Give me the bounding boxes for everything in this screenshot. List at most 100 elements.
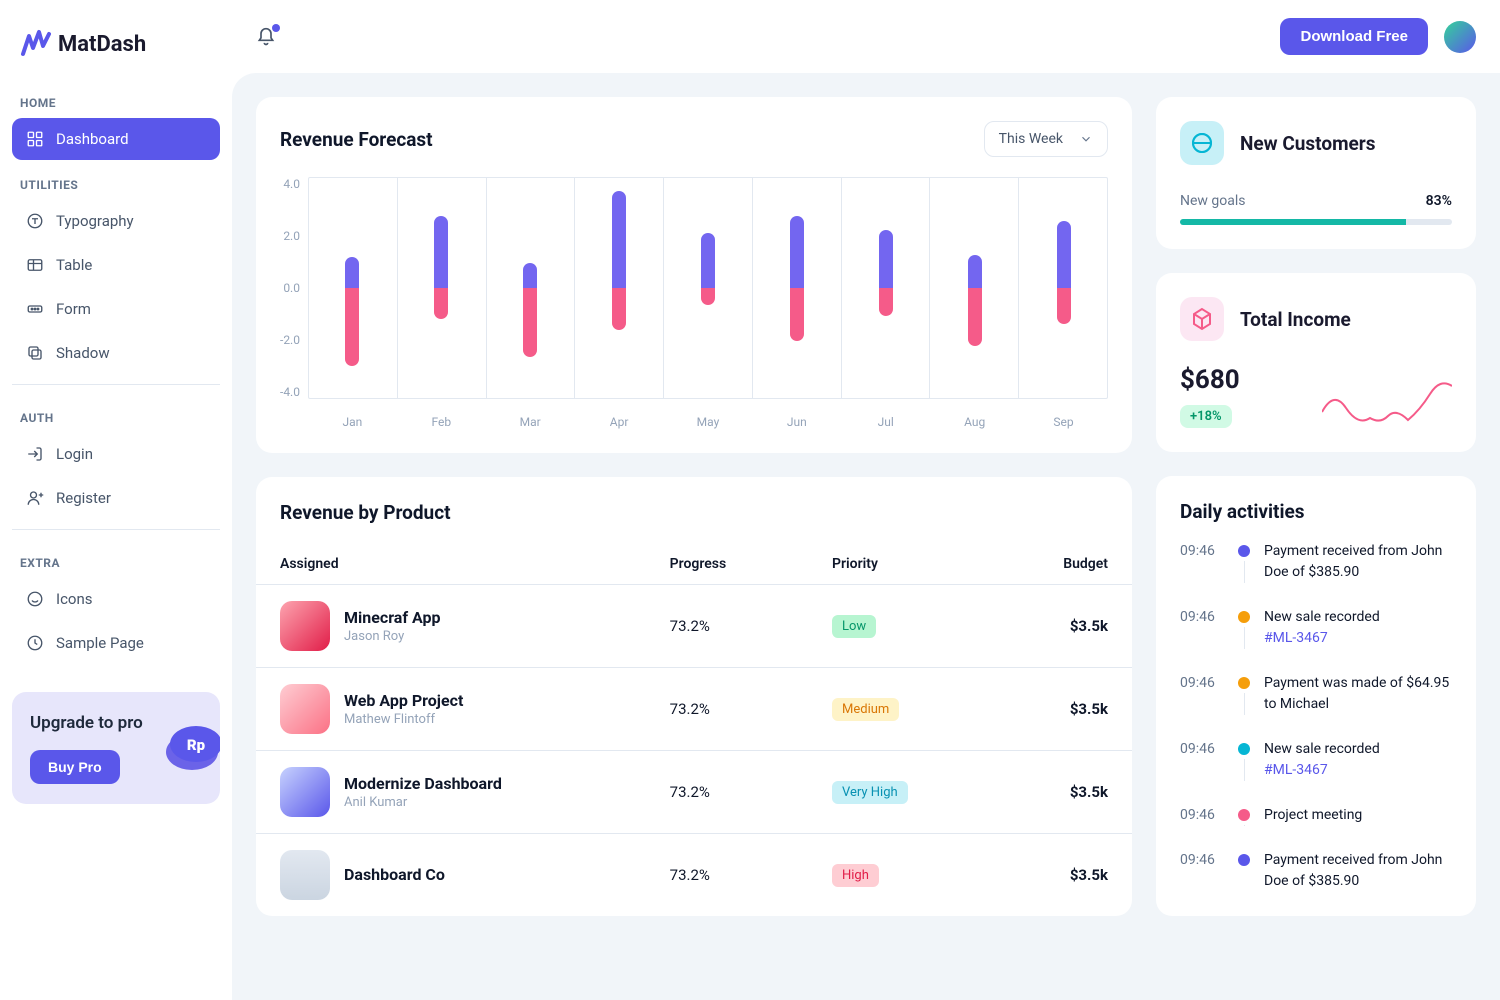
activity-dot-icon — [1238, 545, 1250, 557]
progress-value: 73.2% — [670, 617, 832, 635]
nav-label: Typography — [56, 212, 134, 230]
activity-text: Payment received from John Doe of $385.9… — [1264, 850, 1452, 892]
upgrade-title: Upgrade to pro — [30, 712, 150, 734]
x-tick: Jan — [308, 415, 397, 429]
revenue-by-product-card: Revenue by Product Assigned Progress Pri… — [256, 477, 1132, 916]
brand-logo[interactable]: MatDash — [12, 24, 220, 80]
activity-time: 09:46 — [1180, 805, 1224, 826]
page-icon — [26, 634, 44, 652]
x-tick: Jul — [841, 415, 930, 429]
activity-dot-icon — [1238, 854, 1250, 866]
priority-badge: Low — [832, 615, 876, 638]
y-tick: -4.0 — [280, 385, 300, 399]
activity-text: New sale recorded#ML-3467 — [1264, 607, 1380, 649]
sidebar: MatDash HOMEDashboardUTILITIESTypography… — [0, 0, 232, 1000]
table-row[interactable]: Minecraf App Jason Roy 73.2% Low $3.5k — [256, 584, 1132, 667]
table-row[interactable]: Dashboard Co 73.2% High $3.5k — [256, 833, 1132, 916]
sidebar-item-login[interactable]: Login — [12, 433, 220, 475]
grid-icon — [26, 130, 44, 148]
bar-negative — [879, 288, 893, 316]
activity-dot-icon — [1238, 677, 1250, 689]
bar-positive — [612, 191, 626, 288]
card-title: Daily activities — [1180, 500, 1452, 523]
sidebar-item-shadow[interactable]: Shadow — [12, 332, 220, 374]
activity-item: 09:46 Payment was made of $64.95 to Mich… — [1180, 673, 1452, 739]
table-row[interactable]: Modernize Dashboard Anil Kumar 73.2% Ver… — [256, 750, 1132, 833]
bar-positive — [345, 257, 359, 288]
bar-positive — [790, 216, 804, 288]
nav-section-label: HOME — [12, 80, 220, 118]
type-icon — [26, 212, 44, 230]
sidebar-item-icons[interactable]: Icons — [12, 578, 220, 620]
bell-icon[interactable] — [256, 27, 276, 47]
x-tick: Aug — [930, 415, 1019, 429]
timeline-line — [1244, 759, 1245, 781]
download-free-button[interactable]: Download Free — [1280, 18, 1428, 55]
shadow-icon — [26, 344, 44, 362]
customers-icon — [1180, 121, 1224, 165]
bar-negative — [434, 288, 448, 319]
coin-icon: Rp — [162, 712, 220, 776]
nav-label: Form — [56, 300, 91, 318]
bar-positive — [434, 216, 448, 288]
activity-dot-icon — [1238, 743, 1250, 755]
nav-label: Table — [56, 256, 92, 274]
nav-label: Login — [56, 445, 93, 463]
x-tick: Jun — [752, 415, 841, 429]
table-icon — [26, 256, 44, 274]
bar-negative — [612, 288, 626, 330]
nav-label: Shadow — [56, 344, 110, 362]
sidebar-item-register[interactable]: Register — [12, 477, 220, 519]
nav-section-label: EXTRA — [12, 540, 220, 578]
x-tick: Feb — [397, 415, 486, 429]
user-avatar[interactable] — [1444, 21, 1476, 53]
login-icon — [26, 445, 44, 463]
activity-link[interactable]: #ML-3467 — [1264, 630, 1328, 646]
nav-label: Register — [56, 489, 111, 507]
product-owner: Anil Kumar — [344, 795, 502, 810]
bar-negative — [1057, 288, 1071, 324]
activity-link[interactable]: #ML-3467 — [1264, 762, 1328, 778]
sidebar-item-form[interactable]: Form — [12, 288, 220, 330]
priority-badge: High — [832, 864, 879, 887]
table-header: Assigned Progress Priority Budget — [256, 544, 1132, 584]
activity-item: 09:46 Payment received from John Doe of … — [1180, 850, 1452, 916]
activity-text: Project meeting — [1264, 805, 1362, 826]
activity-text: Payment received from John Doe of $385.9… — [1264, 541, 1452, 583]
sidebar-item-table[interactable]: Table — [12, 244, 220, 286]
bar-negative — [523, 288, 537, 357]
new-customers-card: New Customers New goals 83% — [1156, 97, 1476, 249]
goal-percent: 83% — [1426, 193, 1452, 209]
activity-item: 09:46 Project meeting — [1180, 805, 1452, 850]
period-selected: This Week — [999, 131, 1063, 147]
timeline-line — [1244, 693, 1245, 715]
register-icon — [26, 489, 44, 507]
budget-value: $3.5k — [994, 866, 1108, 884]
buy-pro-button[interactable]: Buy Pro — [30, 750, 120, 784]
x-tick: Mar — [486, 415, 575, 429]
priority-badge: Medium — [832, 698, 899, 721]
sidebar-item-typography[interactable]: Typography — [12, 200, 220, 242]
nav-section-label: AUTH — [12, 395, 220, 433]
brand-name: MatDash — [58, 32, 146, 57]
form-icon — [26, 300, 44, 318]
activity-time: 09:46 — [1180, 541, 1224, 583]
bar-positive — [1057, 221, 1071, 288]
table-row[interactable]: Web App Project Mathew Flintoff 73.2% Me… — [256, 667, 1132, 750]
logo-icon — [20, 28, 52, 60]
smile-icon — [26, 590, 44, 608]
chevron-down-icon — [1079, 132, 1093, 146]
activity-text: New sale recorded#ML-3467 — [1264, 739, 1380, 781]
goal-progress — [1180, 219, 1452, 225]
product-name: Modernize Dashboard — [344, 774, 502, 793]
revenue-forecast-card: Revenue Forecast This Week 4.02.00.0-2.0… — [256, 97, 1132, 453]
activity-text: Payment was made of $64.95 to Michael — [1264, 673, 1452, 715]
timeline-line — [1244, 561, 1245, 583]
activity-item: 09:46 New sale recorded#ML-3467 — [1180, 739, 1452, 805]
sidebar-item-sample-page[interactable]: Sample Page — [12, 622, 220, 664]
period-dropdown[interactable]: This Week — [984, 121, 1108, 157]
activity-time: 09:46 — [1180, 850, 1224, 892]
sidebar-item-dashboard[interactable]: Dashboard — [12, 118, 220, 160]
activity-item: 09:46 New sale recorded#ML-3467 — [1180, 607, 1452, 673]
timeline-line — [1244, 825, 1245, 826]
